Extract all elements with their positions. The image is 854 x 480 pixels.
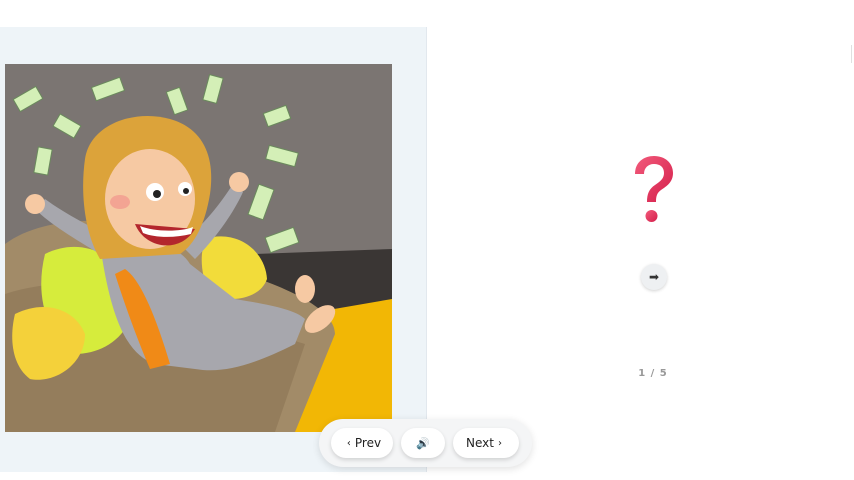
page-counter: 1 / 5 (638, 368, 668, 379)
next-label: Next (466, 436, 494, 450)
chevron-left-icon: ‹ (346, 437, 351, 449)
arrow-right-button[interactable]: ➡ (641, 264, 667, 290)
story-illustration (5, 64, 392, 432)
arrow-right-icon: ➡ (648, 270, 660, 284)
prev-button[interactable]: ‹ Prev (331, 428, 393, 458)
story-image-panel (0, 27, 427, 472)
question-mark-icon (628, 152, 678, 232)
next-button[interactable]: Next › (453, 428, 519, 458)
navigation-bar: ‹ Prev 🔊 Next › (319, 419, 532, 467)
chevron-right-icon: › (497, 437, 502, 449)
speaker-icon: 🔊 (416, 436, 430, 450)
scrollbar-edge (851, 45, 852, 63)
prev-label: Prev (354, 436, 382, 450)
audio-button[interactable]: 🔊 (401, 428, 445, 458)
